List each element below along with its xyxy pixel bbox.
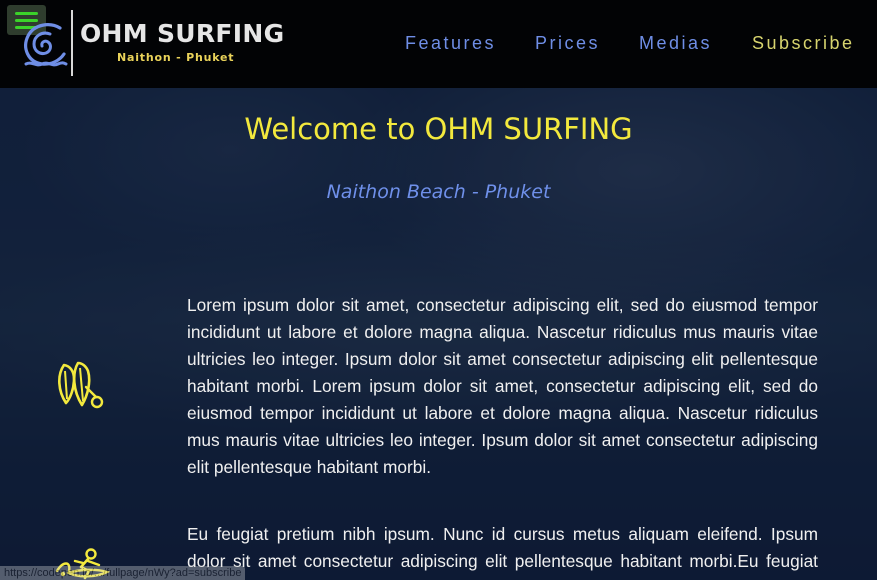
navbar: OHM SURFING Naithon - Phuket Features Pr… xyxy=(0,0,877,88)
feature-text-1: Lorem ipsum dolor sit amet, consectetur … xyxy=(187,295,818,477)
brand-subtitle: Naithon - Phuket xyxy=(117,51,235,64)
page-title: Welcome to OHM SURFING xyxy=(244,112,633,146)
nav-link-subscribe[interactable]: Subscribe xyxy=(752,33,855,54)
nav-link-features[interactable]: Features xyxy=(405,33,496,54)
page-subtitle: Naithon Beach - Phuket xyxy=(326,181,551,203)
nav-link-medias[interactable]: Medias xyxy=(639,33,712,54)
brand-title[interactable]: OHM SURFING xyxy=(80,19,284,48)
logo-divider xyxy=(71,10,73,76)
wave-logo-icon[interactable] xyxy=(20,18,68,70)
nav-link-prices[interactable]: Prices xyxy=(535,33,600,54)
feature-text-2: Eu feugiat pretium nibh ipsum. Nunc id c… xyxy=(187,524,818,580)
surfboards-icon xyxy=(58,361,104,409)
status-bar-url: https://codepen.io/.../fullpage/nWy?ad=s… xyxy=(0,566,246,580)
hamburger-line xyxy=(15,12,38,15)
